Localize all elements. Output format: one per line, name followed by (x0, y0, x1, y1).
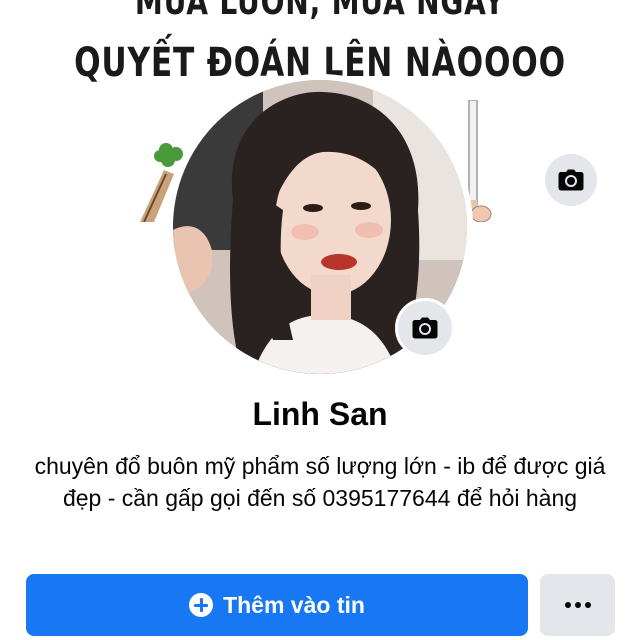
cover-text-line1: MUA LUÔN, MUA NGAY (134, 0, 506, 23)
camera-icon (412, 317, 438, 339)
profile-bio: chuyên đổ buôn mỹ phẩm số lượng lớn - ib… (34, 453, 606, 511)
profile-page: MUA LUÔN, MUA NGAY QUYẾT ĐOÁN LÊN NÀOOOO (0, 0, 640, 640)
edit-cover-photo-button[interactable] (545, 154, 597, 206)
plus-circle-icon (189, 593, 214, 617)
more-options-button[interactable] (540, 574, 615, 636)
camera-icon (558, 169, 584, 191)
profile-name: Linh San (252, 396, 388, 432)
more-horizontal-icon (564, 602, 591, 608)
add-to-story-button[interactable]: Thêm vào tin (26, 574, 528, 636)
edit-profile-picture-button[interactable] (395, 298, 455, 358)
add-to-story-label: Thêm vào tin (223, 591, 365, 618)
